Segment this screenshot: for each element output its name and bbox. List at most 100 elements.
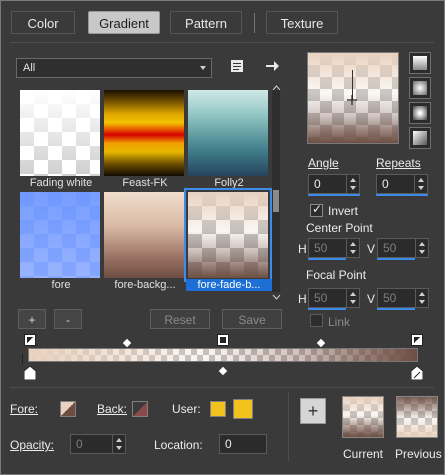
focal-h-spinner[interactable]: 50 — [308, 288, 360, 308]
gradient-item-feast-fk[interactable]: Feast-FK — [104, 90, 184, 189]
tab-separator — [254, 13, 255, 33]
opacity-stop-left[interactable] — [24, 334, 36, 346]
center-v-label: V — [367, 242, 376, 256]
focal-v-spinner[interactable]: 50 — [377, 288, 429, 308]
add-to-swatches-button[interactable]: + — [300, 398, 326, 424]
spin-arrows-icon[interactable] — [346, 289, 359, 307]
chevron-down-icon — [200, 66, 206, 70]
color-stop-right[interactable] — [410, 365, 424, 381]
angle-value: 0 — [314, 177, 321, 191]
focal-h-label: H — [298, 292, 307, 306]
sunburst-style-button[interactable] — [409, 102, 431, 124]
focal-point-label: Focal Point — [306, 268, 367, 282]
gradient-item-fading-white[interactable]: Fading white — [20, 90, 100, 189]
focal-h-value: 50 — [314, 291, 328, 305]
opacity-stop-right[interactable] — [411, 334, 423, 346]
gradient-item-label: fore-fade-b... — [186, 279, 272, 291]
center-v-spinner[interactable]: 50 — [377, 238, 429, 258]
center-point-label: Center Point — [306, 221, 373, 235]
tab-pattern[interactable]: Pattern — [170, 11, 242, 34]
repeats-slider-bar[interactable] — [376, 194, 428, 196]
repeats-spinner[interactable]: 0 — [376, 174, 428, 194]
gradient-swatch — [20, 192, 100, 278]
tab-gradient[interactable]: Gradient — [88, 11, 160, 34]
save-button[interactable]: Save — [222, 309, 282, 329]
user-label: User: — [172, 402, 201, 416]
fore-label: Fore: — [10, 402, 39, 416]
location-value: 0 — [225, 437, 232, 451]
link-label: Link — [328, 315, 351, 329]
previous-swatch[interactable] — [396, 396, 438, 438]
reset-button[interactable]: Reset — [150, 309, 210, 329]
repeats-label: Repeats — [376, 156, 421, 170]
radial-style-button[interactable] — [409, 127, 431, 149]
spin-arrows-icon[interactable] — [415, 289, 428, 307]
tab-divider — [10, 42, 434, 43]
spin-arrows-icon[interactable] — [415, 239, 428, 257]
location-field[interactable]: 0 — [219, 434, 267, 454]
center-h-label: H — [298, 242, 307, 256]
color-stop-left[interactable] — [23, 365, 37, 381]
angle-label: Angle — [308, 156, 339, 170]
gradient-bar-left-line — [22, 354, 23, 364]
scroll-down-icon[interactable] — [272, 292, 281, 300]
remove-gradient-button[interactable]: - — [54, 309, 82, 329]
angle-spinner[interactable]: 0 — [308, 174, 360, 194]
spin-arrows-icon[interactable] — [346, 175, 359, 193]
opacity-spinner[interactable]: 0 — [70, 434, 126, 454]
tab-color[interactable]: Color — [11, 11, 75, 34]
arrow-right-icon[interactable] — [264, 58, 280, 74]
repeats-value: 0 — [382, 177, 389, 191]
user-color-swatch-small[interactable] — [210, 401, 226, 417]
focal-h-slider-bar[interactable] — [308, 308, 346, 310]
gradient-item-label: fore — [51, 279, 71, 291]
gradient-swatch — [20, 90, 100, 176]
invert-checkbox[interactable] — [310, 202, 323, 217]
user-color-swatch-large[interactable] — [233, 399, 253, 419]
gradient-item-fore[interactable]: fore — [20, 192, 100, 291]
crosshair-icon[interactable] — [347, 95, 357, 105]
gradient-item-fore-background[interactable]: fore-backg... — [104, 192, 184, 291]
gradient-item-label: Feast-FK — [122, 177, 168, 189]
editor-divider — [10, 387, 434, 388]
spin-arrows-icon[interactable] — [112, 435, 125, 453]
linear-style-button[interactable] — [409, 52, 431, 74]
gradient-swatch — [104, 90, 184, 176]
gradient-editor-bar[interactable] — [28, 348, 418, 362]
location-label: Location: — [154, 438, 203, 452]
current-label: Current — [343, 447, 384, 461]
center-h-value: 50 — [314, 241, 328, 255]
gradient-item-folly2[interactable]: Folly2 — [188, 90, 268, 189]
add-gradient-button[interactable]: + — [18, 309, 46, 329]
tab-texture[interactable]: Texture — [266, 11, 338, 34]
spin-arrows-icon[interactable] — [346, 239, 359, 257]
invert-label: Invert — [328, 204, 359, 218]
focal-v-value: 50 — [383, 291, 397, 305]
spin-arrows-icon[interactable] — [414, 175, 427, 193]
library-scrollbar-thumb[interactable] — [273, 190, 279, 212]
angle-slider-bar[interactable] — [308, 194, 360, 196]
center-v-slider-bar[interactable] — [377, 258, 415, 260]
gradient-item-label: fore-backg... — [114, 279, 176, 291]
gradient-swatch — [188, 90, 268, 176]
center-h-spinner[interactable]: 50 — [308, 238, 360, 258]
center-h-slider-bar[interactable] — [308, 258, 346, 260]
gradient-item-label: Fading white — [29, 177, 93, 189]
opacity-stop-mid[interactable] — [217, 334, 229, 346]
library-menu-icon[interactable] — [229, 58, 245, 74]
fore-color-swatch[interactable] — [60, 401, 76, 417]
opacity-value: 0 — [76, 437, 83, 451]
bottom-divider — [288, 392, 289, 462]
back-label: Back: — [97, 402, 128, 416]
library-filter-dropdown[interactable]: All — [16, 58, 212, 78]
opacity-label: Opacity: — [10, 438, 55, 452]
rectangular-style-button[interactable] — [409, 77, 431, 99]
back-color-swatch[interactable] — [132, 401, 148, 417]
current-swatch[interactable] — [342, 396, 384, 438]
focal-v-label: V — [367, 292, 376, 306]
previous-label: Previous — [395, 447, 442, 461]
focal-v-slider-bar[interactable] — [377, 308, 415, 310]
gradient-item-fore-fade-background[interactable]: fore-fade-b... — [184, 188, 272, 291]
gradient-item-label: Folly2 — [214, 177, 244, 189]
link-checkbox[interactable] — [310, 314, 323, 327]
